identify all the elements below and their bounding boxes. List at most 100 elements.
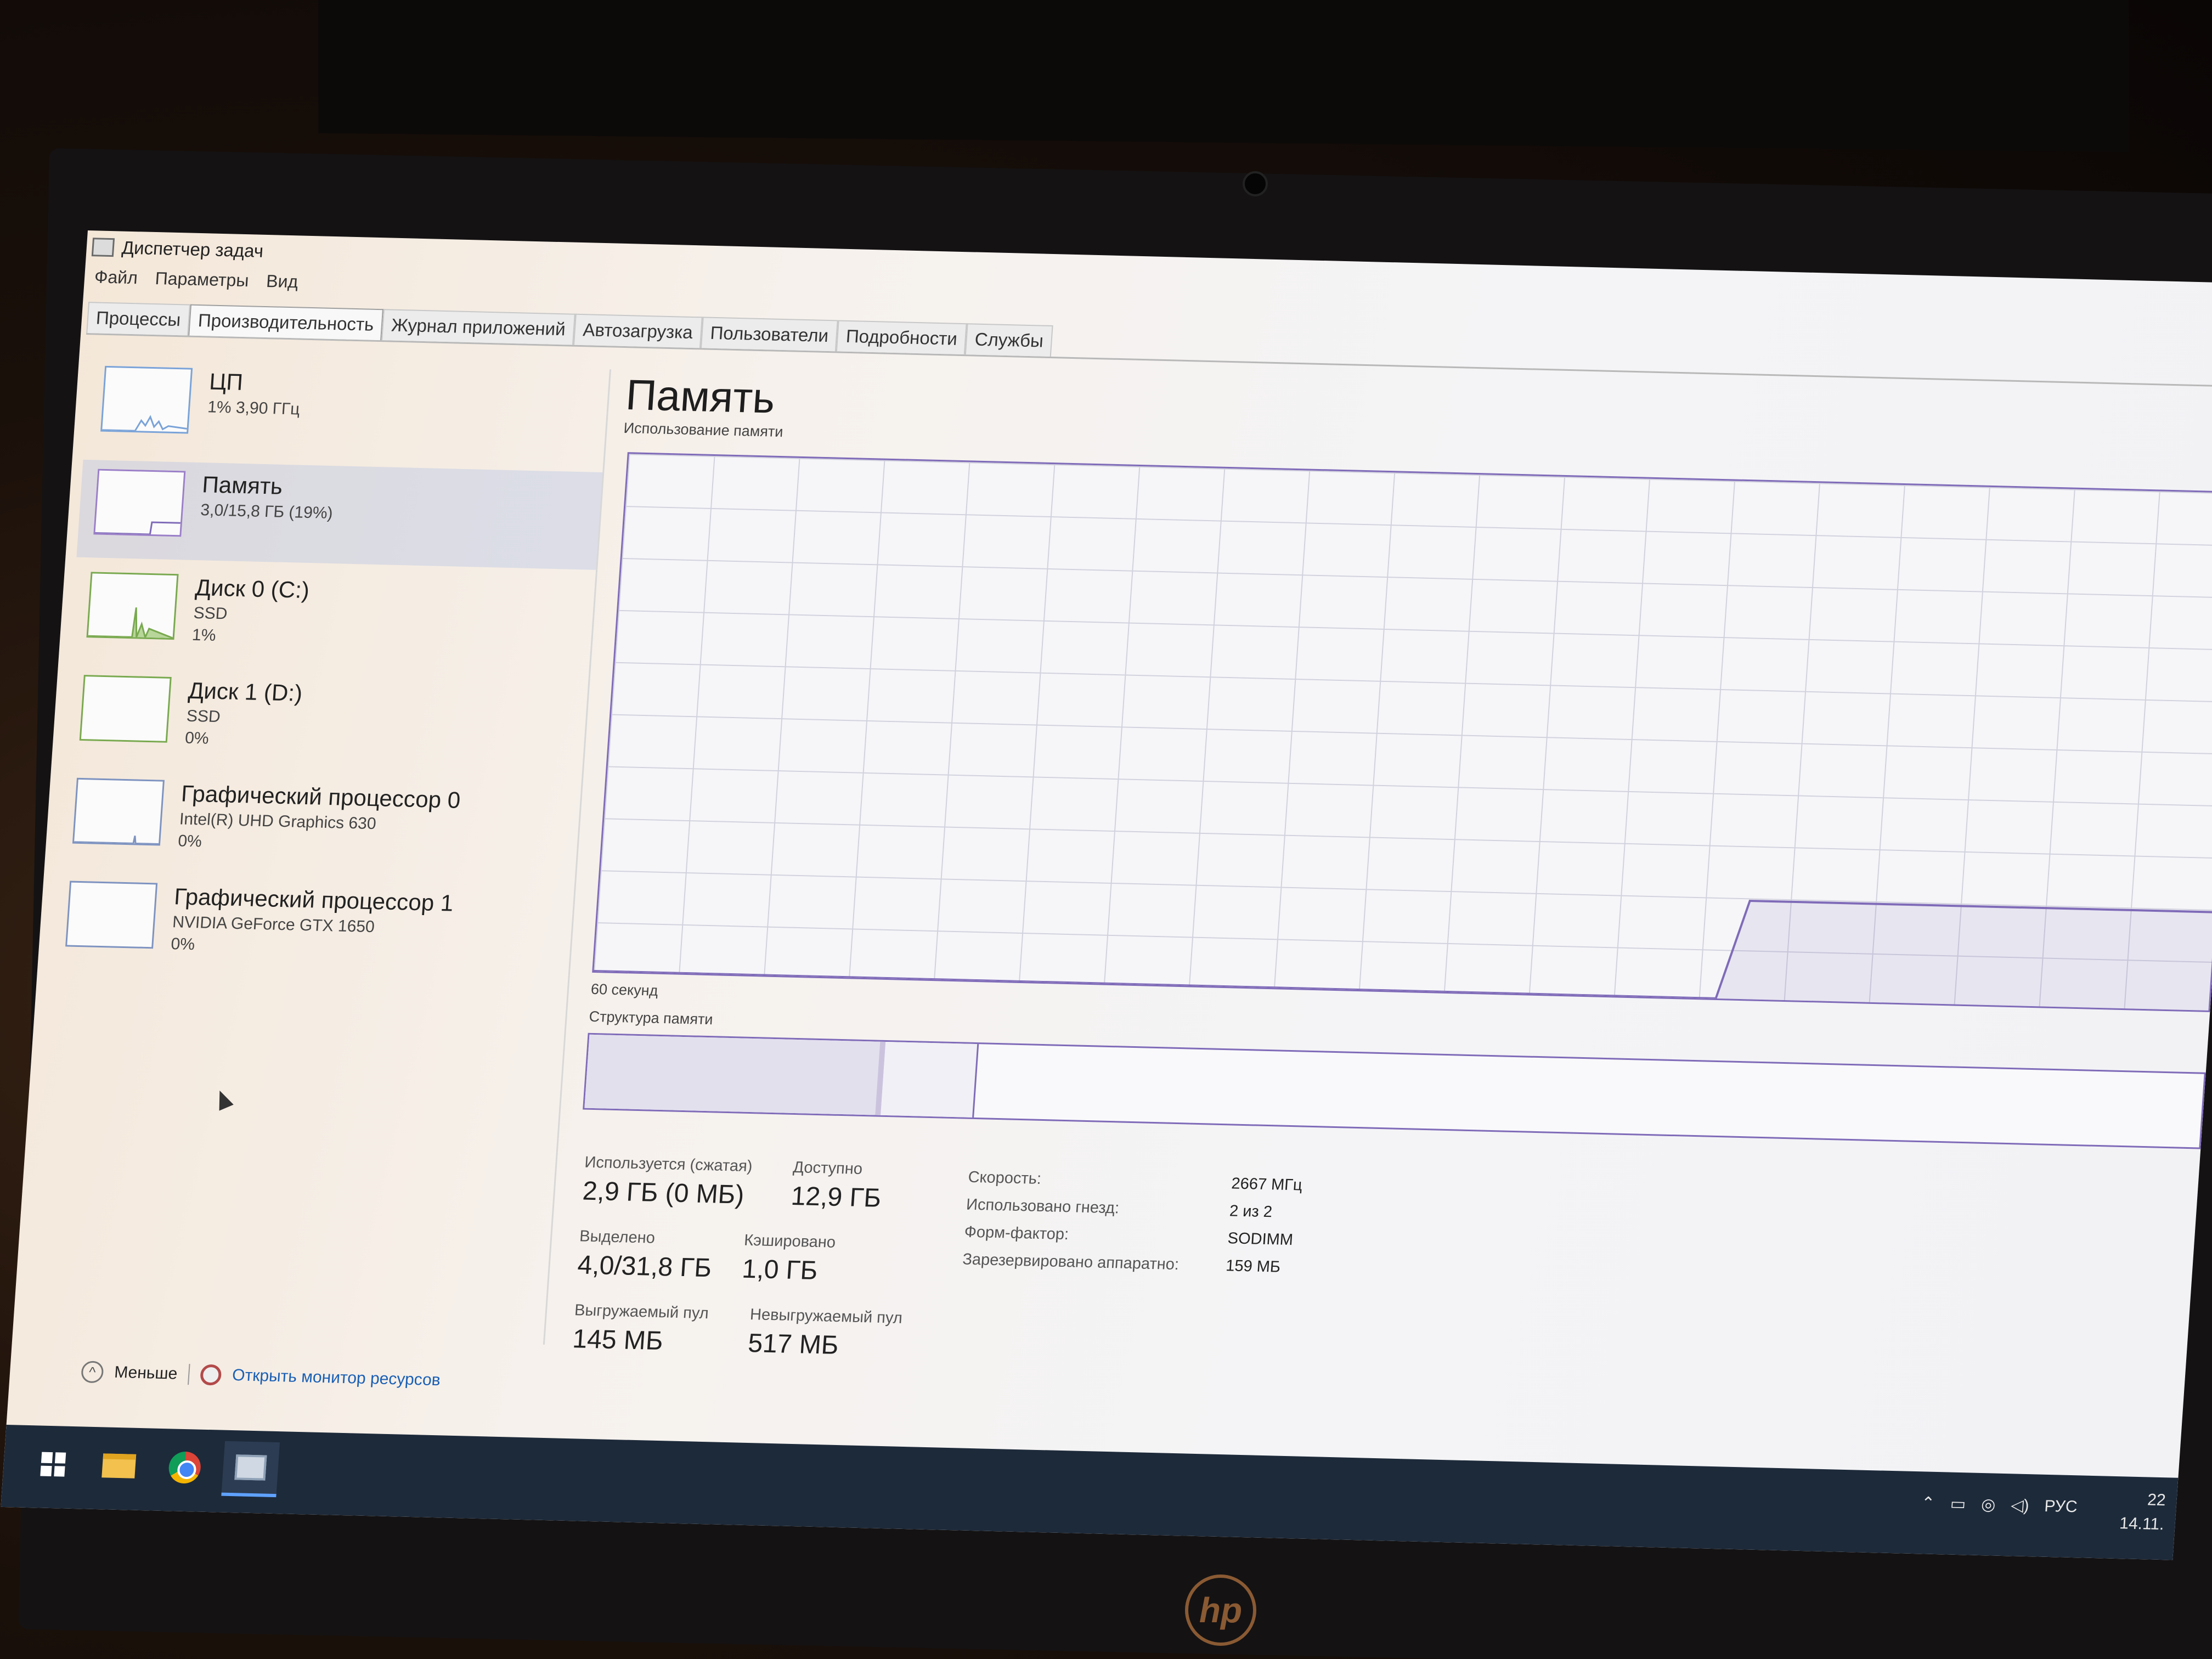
resource-monitor-icon[interactable] [199, 1364, 222, 1386]
network-icon[interactable]: ◎ [1980, 1495, 1996, 1515]
sidebar-item-name: Графический процессор 1 [173, 883, 454, 916]
detail-value: SODIMM [1227, 1229, 1294, 1249]
stat-value: 1,0 ГБ [741, 1254, 819, 1286]
sidebar-item-cpu[interactable]: ЦП 1% 3,90 ГГц [83, 357, 610, 467]
memory-structure-label: Структура памяти [588, 1008, 714, 1028]
disk-0-thumbnail-graph [86, 572, 179, 640]
sidebar-item-model: Intel(R) UHD Graphics 630 [179, 810, 377, 833]
taskbar-file-explorer[interactable] [89, 1438, 148, 1494]
photo-background: Диспетчер задач Файл Параметры Вид Проце… [0, 0, 2212, 1659]
cpu-thumbnail-graph [100, 365, 193, 434]
gpu-0-thumbnail-graph [72, 777, 165, 846]
stat-nonpaged-pool: Невыгружаемый пул 517 МБ [747, 1306, 903, 1362]
stat-label: Доступно [792, 1158, 864, 1178]
start-button[interactable] [24, 1436, 82, 1492]
memory-thumbnail-graph [93, 469, 186, 537]
webcam-icon [1243, 171, 1268, 196]
stat-value: 517 МБ [747, 1329, 840, 1361]
sidebar-item-type: SSD [185, 707, 221, 726]
screen: Диспетчер задач Файл Параметры Вид Проце… [1, 230, 2212, 1560]
sidebar-item-detail: 1% 3,90 ГГц [207, 398, 301, 419]
memory-usage-svg [594, 899, 2212, 1011]
sidebar-item-name: ЦП [208, 368, 244, 395]
performance-sidebar: ЦП 1% 3,90 ГГц Память 3,0/15,8 ГБ (19%) [24, 357, 612, 1345]
sidebar-item-usage: 0% [170, 935, 196, 954]
tab-processes[interactable]: Процессы [86, 302, 191, 336]
tab-services[interactable]: Службы [964, 323, 1053, 357]
stat-value: 2,9 ГБ (0 МБ) [582, 1176, 746, 1210]
sidebar-item-usage: 1% [191, 625, 217, 645]
structure-free-segment [974, 1044, 2204, 1147]
stat-label: Выделено [579, 1227, 656, 1247]
structure-in-use-segment [584, 1034, 886, 1115]
taskbar-task-manager[interactable] [221, 1441, 280, 1498]
windows-start-icon [40, 1452, 66, 1477]
menu-options[interactable]: Параметры [155, 268, 250, 291]
sidebar-item-usage: 0% [184, 729, 210, 748]
stat-label: Кэшировано [743, 1231, 837, 1251]
sidebar-item-name: Память [201, 471, 284, 499]
clock-time: 22 [2147, 1491, 2166, 1510]
detail-key: Зарезервировано аппаратно: [962, 1250, 1180, 1274]
file-explorer-icon [101, 1453, 137, 1479]
disk-1-thumbnail-graph [79, 675, 172, 743]
time-range-label: 60 секунд [590, 980, 659, 999]
sidebar-item-memory[interactable]: Память 3,0/15,8 ГБ (19%) [76, 459, 603, 570]
chrome-icon [167, 1451, 202, 1484]
memory-usage-graph [592, 452, 2212, 1012]
stat-value: 145 МБ [571, 1324, 664, 1356]
stat-value: 4,0/31,8 ГБ [577, 1250, 713, 1283]
sidebar-item-disk-1[interactable]: Диск 1 (D:) SSD 0% [63, 665, 589, 776]
open-resource-monitor-link[interactable]: Открыть монитор ресурсов [232, 1366, 441, 1390]
gpu-1-thumbnail-graph [65, 881, 158, 949]
stat-in-use: Используется (сжатая) 2,9 ГБ (0 МБ) [582, 1154, 753, 1210]
stat-committed: Выделено 4,0/31,8 ГБ [577, 1227, 714, 1283]
menu-file[interactable]: Файл [94, 267, 138, 288]
system-tray: ⌃ ▭ ◎ ◁) РУС [1921, 1493, 2078, 1516]
battery-icon[interactable]: ▭ [1950, 1494, 1967, 1514]
menu-bar: Файл Параметры Вид [94, 267, 299, 292]
stat-available: Доступно 12,9 ГБ [790, 1159, 884, 1214]
sidebar-item-model: NVIDIA GeForce GTX 1650 [172, 913, 375, 936]
detail-value: 159 МБ [1225, 1257, 1282, 1276]
tab-users[interactable]: Пользователи [700, 317, 839, 352]
detail-value: 2 из 2 [1229, 1202, 1273, 1221]
memory-stats: Используется (сжатая) 2,9 ГБ (0 МБ) Дост… [569, 1154, 969, 1393]
volume-icon[interactable]: ◁) [2010, 1496, 2029, 1515]
detail-value: 2667 МГц [1231, 1175, 1303, 1194]
tab-details[interactable]: Подробности [836, 320, 967, 355]
tab-app-history[interactable]: Журнал приложений [381, 309, 575, 345]
footer-bar: ^ Меньше Открыть монитор ресурсов [80, 1361, 441, 1391]
stat-paged-pool: Выгружаемый пул 145 МБ [572, 1301, 709, 1357]
sidebar-item-usage: 0% [177, 832, 202, 851]
sidebar-item-name: Графический процессор 0 [180, 780, 461, 813]
input-language[interactable]: РУС [2044, 1497, 2078, 1516]
footer-separator [187, 1364, 190, 1385]
task-manager-icon [234, 1454, 267, 1481]
clock-date: 14.11. [2119, 1514, 2165, 1534]
clock[interactable]: 22 14.11. [2119, 1487, 2166, 1537]
sidebar-item-gpu-0[interactable]: Графический процессор 0 Intel(R) UHD Gra… [55, 769, 582, 879]
memory-details: Скорость: 2667 МГц Использовано гнезд: 2… [961, 1169, 1302, 1286]
hp-logo-icon: hp [1185, 1575, 1256, 1646]
tab-startup[interactable]: Автозагрузка [573, 313, 703, 348]
tab-performance[interactable]: Производительность [188, 304, 384, 341]
taskbar-chrome[interactable] [155, 1440, 214, 1496]
window-title: Диспетчер задач [121, 237, 264, 261]
sidebar-item-name: Диск 0 (C:) [194, 574, 311, 603]
chevron-up-icon[interactable]: ⌃ [1921, 1493, 1936, 1513]
sidebar-item-type: SSD [193, 603, 228, 623]
fewer-details-button[interactable]: Меньше [114, 1363, 178, 1384]
sidebar-item-disk-0[interactable]: Диск 0 (C:) SSD 1% [70, 563, 596, 673]
sidebar-item-detail: 3,0/15,8 ГБ (19%) [200, 501, 334, 523]
stat-cached: Кэшировано 1,0 ГБ [741, 1232, 836, 1286]
sidebar-item-name: Диск 1 (D:) [187, 677, 303, 706]
stat-label: Используется (сжатая) [584, 1153, 753, 1176]
menu-view[interactable]: Вид [266, 271, 298, 292]
stat-label: Выгружаемый пул [574, 1301, 709, 1323]
sidebar-item-gpu-1[interactable]: Графический процессор 1 NVIDIA GeForce G… [48, 872, 574, 982]
laptop-lid-shadow [318, 0, 2129, 153]
chevron-up-icon[interactable]: ^ [80, 1361, 104, 1384]
structure-standby-segment [881, 1041, 979, 1118]
memory-structure-bar [583, 1032, 2206, 1149]
